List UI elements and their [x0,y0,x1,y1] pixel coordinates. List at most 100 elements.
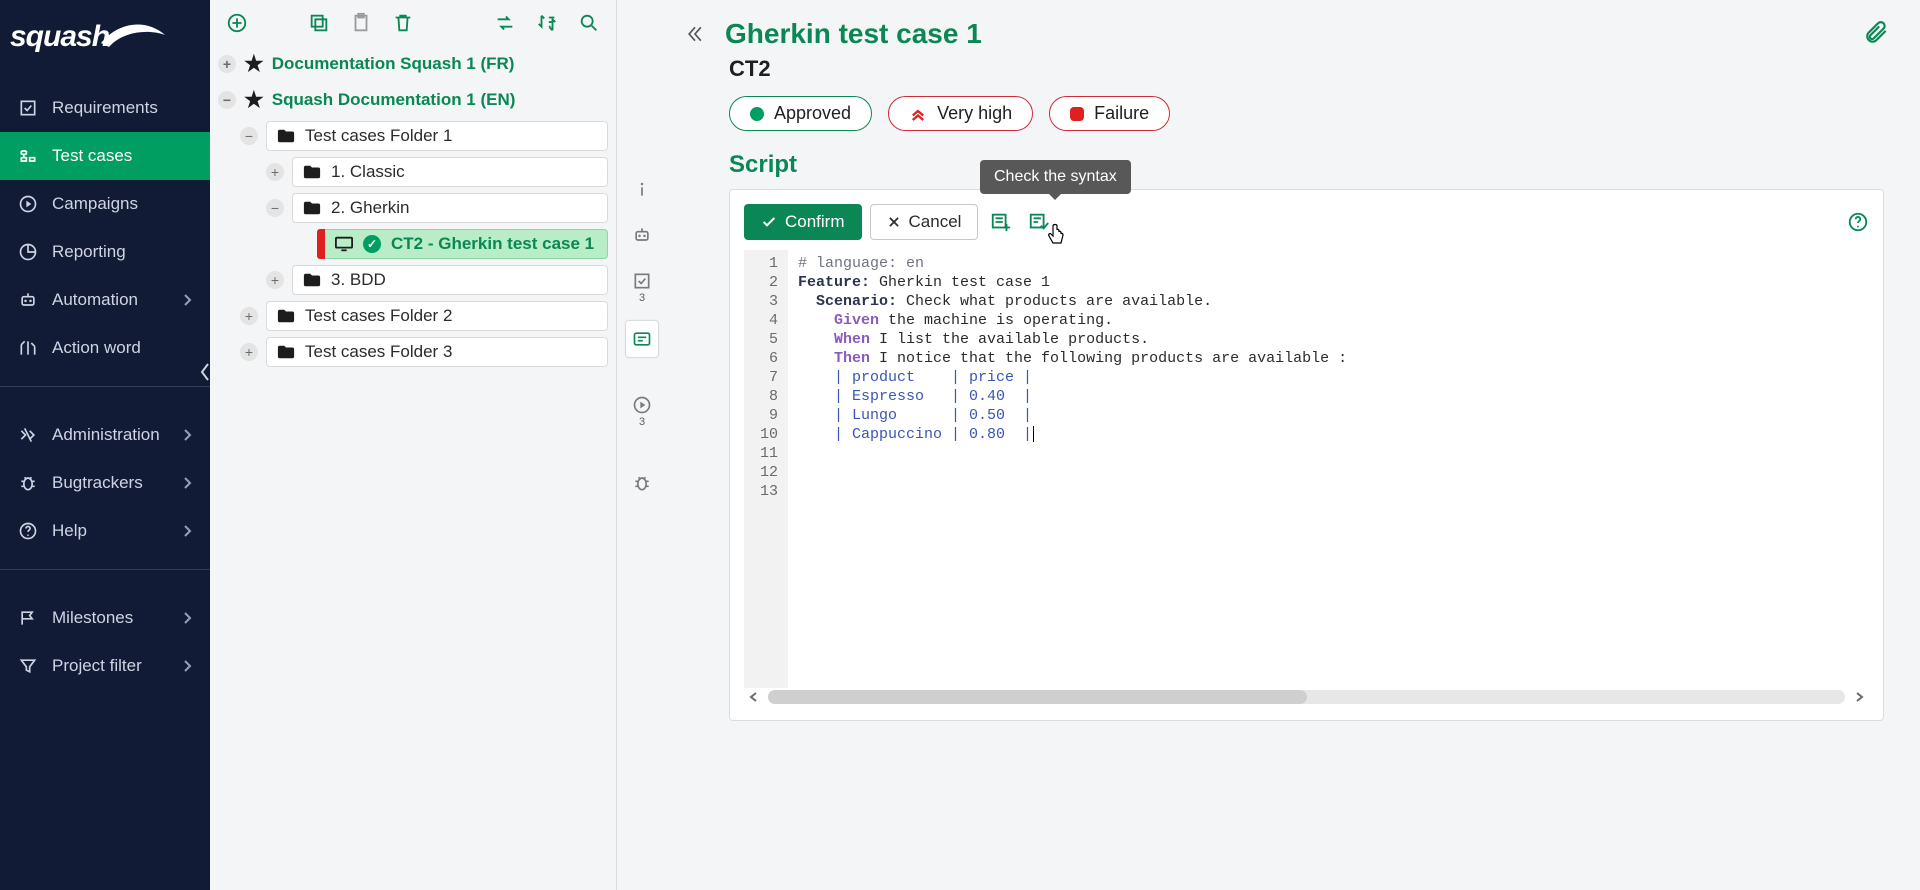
nav-item-actionword[interactable]: Action word [0,324,210,372]
chevron-right-icon [182,611,192,625]
status-pill-approved[interactable]: Approved [729,96,872,131]
reporting-icon [18,242,38,262]
status-success-icon: ✓ [363,235,381,253]
collapse-toggle[interactable]: − [218,91,236,109]
testcase-label: CT2 - Gherkin test case 1 [391,234,594,254]
status-dot-green [750,107,764,121]
paste-icon[interactable] [350,12,372,34]
tree-folder[interactable]: −2. Gherkin [214,190,608,226]
collapse-toggle[interactable]: − [240,127,258,145]
exec-status-pill[interactable]: Failure [1049,96,1170,131]
folder-icon [277,128,295,144]
cancel-button[interactable]: Cancel [870,204,979,240]
importance-label: Very high [937,103,1012,124]
tree-folder[interactable]: + Test cases Folder 2 [214,298,608,334]
testcases-icon [18,146,38,166]
collapse-toggle[interactable]: − [266,199,284,217]
nav-item-campaigns[interactable]: Campaigns [0,180,210,228]
chevron-right-icon [182,293,192,307]
nav-label: Milestones [52,608,133,628]
side-nav: squash Requirements Test cases Campaigns Re… [0,0,210,890]
transfer-icon[interactable] [494,12,516,34]
folder-name: Test cases Folder 2 [305,306,452,326]
tree-project[interactable]: −★Squash Documentation 1 (EN) [214,82,608,118]
administration-icon [18,425,38,445]
importance-pill[interactable]: Very high [888,96,1033,131]
rail-exec-icon[interactable]: 3 [625,386,659,436]
nav-item-administration[interactable]: Administration [0,411,210,459]
folder-icon [303,272,321,288]
chevron-right-icon [182,524,192,538]
detail-tab-rail: 3 3 [617,0,667,890]
chevrons-up-icon [909,105,927,123]
nav-item-requirements[interactable]: Requirements [0,84,210,132]
folder-icon [303,164,321,180]
logo: squash [0,0,210,74]
chevron-right-icon [182,476,192,490]
status-label: Approved [774,103,851,124]
folder-name: 1. Classic [331,162,405,182]
test-case-reference: CT2 [729,56,1884,82]
nav-item-bugtrackers[interactable]: Bugtrackers [0,459,210,507]
rail-steps-badge: 3 [639,293,645,304]
nav-item-help[interactable]: Help [0,507,210,555]
milestones-icon [18,608,38,628]
tree-testcase[interactable]: +✓CT2 - Gherkin test case 1 [214,226,608,262]
nav-item-testcases[interactable]: Test cases [0,132,210,180]
exec-status-label: Failure [1094,103,1149,124]
nav-item-automation[interactable]: Automation [0,276,210,324]
expand-toggle[interactable]: + [240,307,258,325]
tree-toolbar [210,0,616,46]
rail-script-icon[interactable] [625,320,659,358]
attachment-icon[interactable] [1864,20,1890,46]
nav-item-projectfilter[interactable]: Project filter [0,642,210,690]
tree-project[interactable]: +★Documentation Squash 1 (FR) [214,46,608,82]
delete-icon[interactable] [392,12,414,34]
sort-icon[interactable] [536,12,558,34]
check-syntax-icon[interactable] [1024,207,1054,237]
copy-icon[interactable] [308,12,330,34]
nav-item-reporting[interactable]: Reporting [0,228,210,276]
expand-toggle[interactable]: + [240,343,258,361]
nav-item-milestones[interactable]: Milestones [0,594,210,642]
folder-name: Test cases Folder 3 [305,342,452,362]
horizontal-scrollbar[interactable] [744,688,1869,706]
insert-snippet-icon[interactable] [986,207,1016,237]
nav-label: Bugtrackers [52,473,143,493]
tree-folder[interactable]: + Test cases Folder 3 [214,334,608,370]
star-icon: ★ [244,51,264,77]
automation-icon [18,290,38,310]
tooltip-check-syntax: Check the syntax [980,160,1131,194]
code-gutter: 12345678910111213 [744,250,788,688]
testcase-icon [335,236,353,252]
add-icon[interactable] [226,12,248,34]
expand-toggle[interactable]: + [218,55,236,73]
detail-pane: Gherkin test case 1 CT2 Approved Very hi… [667,0,1920,890]
expand-toggle[interactable]: + [266,163,284,181]
star-icon: ★ [244,87,264,113]
tree-folder[interactable]: − Test cases Folder 1 [214,118,608,154]
expand-toggle[interactable]: + [266,271,284,289]
section-title-script: Script [729,151,1884,179]
nav-label: Reporting [52,242,126,262]
nav-label: Requirements [52,98,158,118]
help-icon [18,521,38,541]
rail-robot-icon[interactable] [625,216,659,254]
rail-bug-icon[interactable] [625,464,659,502]
bugtrackers-icon [18,473,38,493]
folder-name: Test cases Folder 1 [305,126,452,146]
help-icon[interactable] [1847,211,1869,233]
page-title: Gherkin test case 1 [725,18,982,50]
collapse-detail-icon[interactable] [685,24,705,44]
confirm-button[interactable]: Confirm [744,204,862,240]
tree-folder[interactable]: +1. Classic [214,154,608,190]
rail-steps-icon[interactable]: 3 [625,262,659,312]
search-icon[interactable] [578,12,600,34]
rail-info-icon[interactable] [625,170,659,208]
folder-icon [277,344,295,360]
code-lines[interactable]: # language: enFeature: Gherkin test case… [788,250,1869,688]
tree-folder[interactable]: +3. BDD [214,262,608,298]
nav-label: Test cases [52,146,132,166]
confirm-label: Confirm [785,212,845,232]
code-area[interactable]: 12345678910111213 # language: enFeature:… [744,250,1869,688]
